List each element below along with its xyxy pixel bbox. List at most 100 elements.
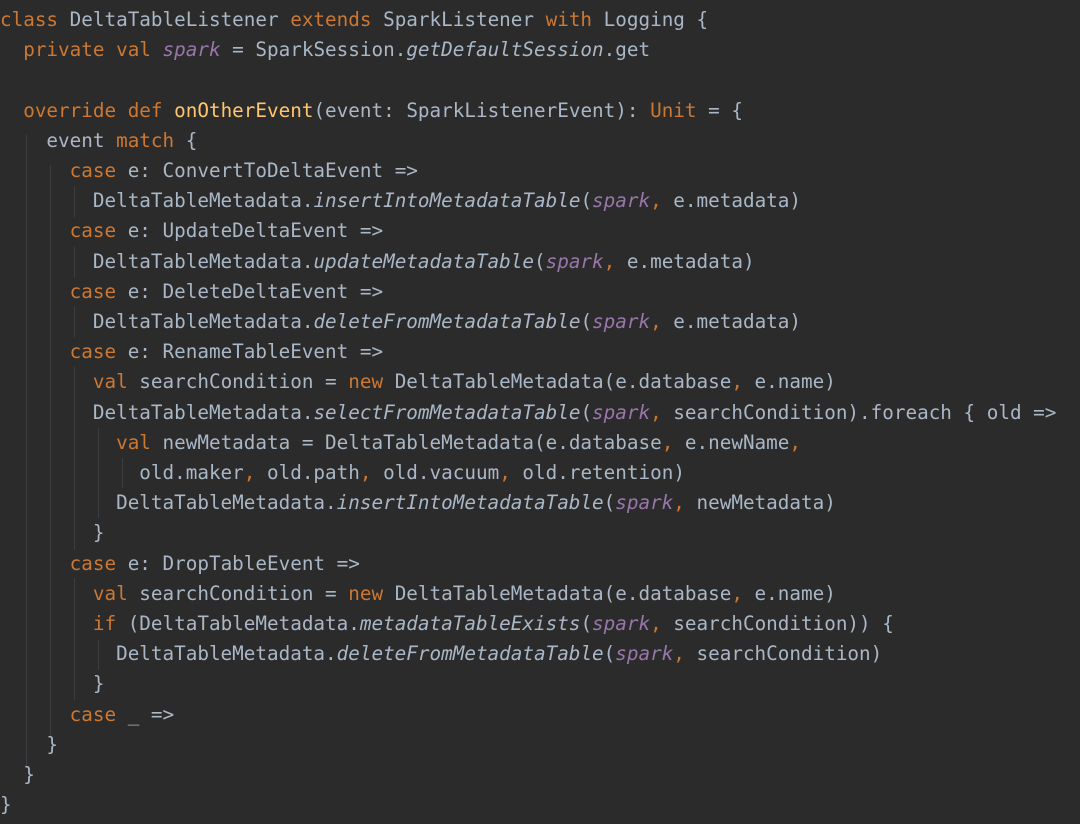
code-line: DeltaTableMetadata.insertIntoMetadataTab… [0,186,801,216]
code-line: case _ => [0,700,174,730]
code-token: ( [580,310,593,333]
code-token: e.name) [742,370,836,394]
code-token: spark [162,38,221,62]
code-token: extends [290,8,372,31]
code-token: new [348,370,384,394]
code-line: } [0,730,58,760]
code-line: DeltaTableMetadata.deleteFromMetadataTab… [0,307,801,337]
code-token: , [359,461,372,484]
code-token: , [243,461,256,484]
code-token: DeltaTableMetadata. [0,189,314,213]
code-line: case e: UpdateDeltaEvent => [0,216,383,246]
code-line: DeltaTableMetadata.selectFromMetadataTab… [0,398,1057,428]
code-token: newMetadata = DeltaTableMetadata(e.datab… [150,430,662,454]
code-line: DeltaTableMetadata.deleteFromMetadataTab… [0,639,882,669]
code-token: e.name) [742,581,836,605]
code-line: if (DeltaTableMetadata.metadataTableExis… [0,609,894,639]
code-token: ( [603,491,616,515]
code-token: e: RenameTableEvent => [116,340,384,364]
code-token: } [0,672,105,696]
code-token: DeltaTableMetadata(e.database [383,581,732,605]
code-token: searchCondition)) { [661,612,894,635]
code-token: old.maker [0,461,244,484]
code-token: .get [603,38,651,62]
code-line: event match { [0,126,197,156]
code-token: , [789,430,801,454]
code-token: insertIntoMetadataTable [336,491,604,515]
code-line: old.maker, old.path, old.vacuum, old.ret… [0,458,685,488]
code-token: ( [603,642,616,666]
code-token: spark [545,249,604,273]
code-token: Logging { [592,8,709,31]
code-token: insertIntoMetadataTable [313,189,581,213]
code-token: case [69,340,117,364]
code-line: case e: DropTableEvent => [0,549,360,579]
code-token: , [650,400,662,424]
code-token: } [0,732,59,756]
code-token: , [499,461,511,484]
code-token: selectFromMetadataTable [313,400,581,424]
code-token: case [69,702,117,726]
code-token: , [650,612,662,635]
code-token: val [92,581,128,605]
code-token: (event: SparkListenerEvent): [313,98,651,122]
code-line: val searchCondition = new DeltaTableMeta… [0,367,836,397]
code-line: class DeltaTableListener extends SparkLi… [0,5,708,35]
code-token: spark [592,612,651,635]
code-token: spark [615,642,674,666]
code-line: DeltaTableMetadata.insertIntoMetadataTab… [0,488,836,518]
code-token: case [69,159,117,182]
code-token: e: DeleteDeltaEvent => [116,279,384,303]
code-token: val [116,430,151,454]
code-token: e.metadata) [661,310,802,333]
code-token: } [0,763,35,786]
code-line: override def onOtherEvent(event: SparkLi… [0,96,743,126]
code-token: } [0,521,105,545]
code-line: case e: DeleteDeltaEvent => [0,277,383,307]
code-token: , [731,370,743,394]
code-token: , [650,310,662,333]
code-token: ( [534,249,546,273]
code-token: case [69,279,117,303]
code-token: DeltaTableListener [58,8,291,31]
code-line: DeltaTableMetadata.updateMetadataTable(s… [0,247,755,277]
code-line: case e: ConvertToDeltaEvent => [0,156,418,186]
code-token: deleteFromMetadataTable [336,642,604,666]
code-token: searchCondition).foreach { old => [661,400,1057,424]
code-token: = { [696,98,743,122]
code-token: override def [23,98,163,122]
code-token: private val [23,38,151,62]
code-line: } [0,760,35,790]
code-token: , [661,430,674,454]
code-token: val [92,370,128,394]
code-token: (DeltaTableMetadata. [116,612,360,635]
code-token: ( [580,612,593,635]
code-token: Unit [650,98,697,122]
code-line: val searchCondition = new DeltaTableMeta… [0,579,836,609]
code-token: updateMetadataTable [313,249,534,273]
code-editor[interactable]: class DeltaTableListener extends SparkLi… [0,0,1080,824]
code-token: newMetadata) [684,491,836,515]
code-token: = SparkSession. [220,38,407,62]
code-token: metadataTableExists [359,612,581,635]
code-line: private val spark = SparkSession.getDefa… [0,35,650,65]
code-token: new [348,581,384,605]
code-token: e: UpdateDeltaEvent => [116,219,384,243]
code-token: ( [580,189,593,213]
code-line: case e: RenameTableEvent => [0,337,383,367]
code-token: DeltaTableMetadata. [0,642,337,666]
code-line: } [0,669,105,699]
code-token: } [0,793,12,817]
code-token: searchCondition = [127,581,349,605]
